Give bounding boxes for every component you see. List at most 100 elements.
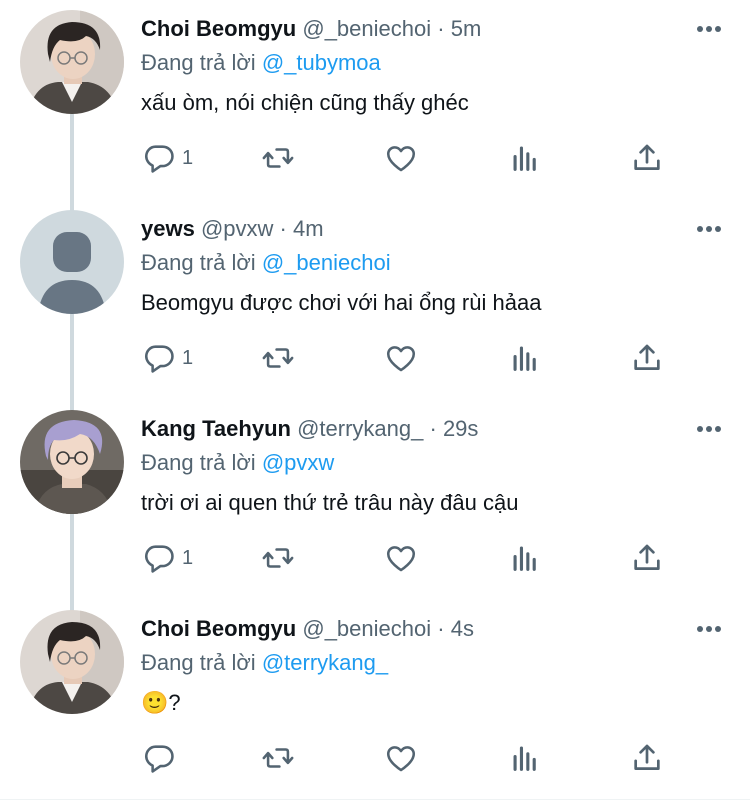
user-handle[interactable]: @terrykang_ [297,416,423,441]
more-options-button[interactable] [694,14,724,44]
replying-to-label: Đang trả lời [141,450,256,475]
analytics-button[interactable] [508,136,542,180]
analytics-icon [513,746,536,771]
analytics-button[interactable] [508,536,542,580]
retweet-button[interactable] [260,336,296,380]
tweet[interactable]: Choi Beomgyu @_beniechoi · 5m Đang trả l… [0,0,750,200]
replying-to-handle[interactable]: @pvxw [262,450,334,475]
retweet-button[interactable] [260,536,296,580]
like-button[interactable] [384,736,418,780]
share-button[interactable] [630,136,664,180]
avatar[interactable] [20,10,124,114]
reply-count: 1 [182,346,194,369]
display-name[interactable]: Choi Beomgyu [141,16,296,41]
more-icon [697,626,721,632]
reply-button[interactable]: 1 [142,536,193,580]
replying-to-handle[interactable]: @terrykang_ [262,650,388,675]
reply-count: 1 [182,546,194,569]
share-button[interactable] [630,336,664,380]
reply-icon [144,745,174,773]
analytics-icon [513,146,536,171]
display-name[interactable]: Kang Taehyun [141,416,291,441]
separator-dot: · [279,216,287,241]
tweet[interactable]: Kang Taehyun @terrykang_ · 29s Đang trả … [0,400,750,600]
analytics-button[interactable] [508,336,542,380]
more-icon [697,26,721,32]
like-icon [386,746,416,772]
retweet-icon [262,548,294,568]
share-icon [634,744,660,770]
tweet-actions [130,736,690,780]
user-handle[interactable]: @pvxw [201,216,273,241]
avatar[interactable] [20,410,124,514]
like-icon [386,346,416,372]
like-button[interactable] [384,336,418,380]
like-button[interactable] [384,536,418,580]
tweet-text: trời ơi ai quen thứ trẻ trâu này đâu cậu [141,490,519,515]
avatar[interactable] [20,210,124,314]
reply-button[interactable]: 1 [142,136,193,180]
retweet-icon [262,748,294,768]
avatar[interactable] [20,610,124,714]
tweet-text: Beomgyu được chơi với hai ổng rùi hảaa [141,290,542,315]
tweet-header: Choi Beomgyu @_beniechoi · 5m [141,14,680,44]
share-icon [634,144,660,170]
user-handle[interactable]: @_beniechoi [302,16,431,41]
retweet-button[interactable] [260,736,296,780]
replying-to: Đang trả lời @_tubymoa [141,48,381,78]
replying-to: Đang trả lời @terrykang_ [141,648,388,678]
replying-to: Đang trả lời @_beniechoi [141,248,391,278]
tweet-header: Choi Beomgyu @_beniechoi · 4s [141,614,680,644]
like-icon [386,146,416,172]
reply-button[interactable] [142,736,182,780]
like-button[interactable] [384,136,418,180]
more-options-button[interactable] [694,414,724,444]
timestamp[interactable]: 5m [451,16,482,41]
replying-to-handle[interactable]: @_tubymoa [262,50,381,75]
replying-to: Đang trả lời @pvxw [141,448,334,478]
share-button[interactable] [630,736,664,780]
timestamp[interactable]: 29s [443,416,478,441]
replying-to-label: Đang trả lời [141,650,256,675]
share-icon [634,544,660,570]
separator-dot: · [437,616,445,641]
timestamp[interactable]: 4m [293,216,324,241]
analytics-icon [513,546,536,571]
retweet-icon [262,348,294,368]
more-icon [697,226,721,232]
display-name[interactable]: Choi Beomgyu [141,616,296,641]
user-handle[interactable]: @_beniechoi [302,616,431,641]
retweet-icon [262,148,294,168]
tweet-header: yews @pvxw · 4m [141,214,680,244]
tweet-text: 🙂? [141,690,181,715]
tweet-header: Kang Taehyun @terrykang_ · 29s [141,414,680,444]
tweet-actions: 1 [130,536,690,580]
share-button[interactable] [630,536,664,580]
more-options-button[interactable] [694,614,724,644]
reply-button[interactable]: 1 [142,336,193,380]
reply-icon [144,545,174,573]
more-icon [697,426,721,432]
timestamp[interactable]: 4s [451,616,474,641]
retweet-button[interactable] [260,136,296,180]
separator-dot: · [429,416,437,441]
like-icon [386,546,416,572]
tweet-text: xấu òm, nói chiện cũng thấy ghéc [141,90,469,115]
replying-to-handle[interactable]: @_beniechoi [262,250,391,275]
separator-dot: · [437,16,445,41]
replying-to-label: Đang trả lời [141,50,256,75]
divider [0,799,750,800]
tweet[interactable]: yews @pvxw · 4m Đang trả lời @_beniechoi… [0,200,750,400]
replying-to-label: Đang trả lời [141,250,256,275]
analytics-icon [513,346,536,371]
tweet-actions: 1 [130,336,690,380]
display-name[interactable]: yews [141,216,195,241]
tweet-thread: Choi Beomgyu @_beniechoi · 5m Đang trả l… [0,0,750,806]
tweet[interactable]: Choi Beomgyu @_beniechoi · 4s Đang trả l… [0,600,750,800]
tweet-actions: 1 [130,136,690,180]
reply-count: 1 [182,146,194,169]
analytics-button[interactable] [508,736,542,780]
reply-icon [144,345,174,373]
more-options-button[interactable] [694,214,724,244]
reply-icon [144,145,174,173]
